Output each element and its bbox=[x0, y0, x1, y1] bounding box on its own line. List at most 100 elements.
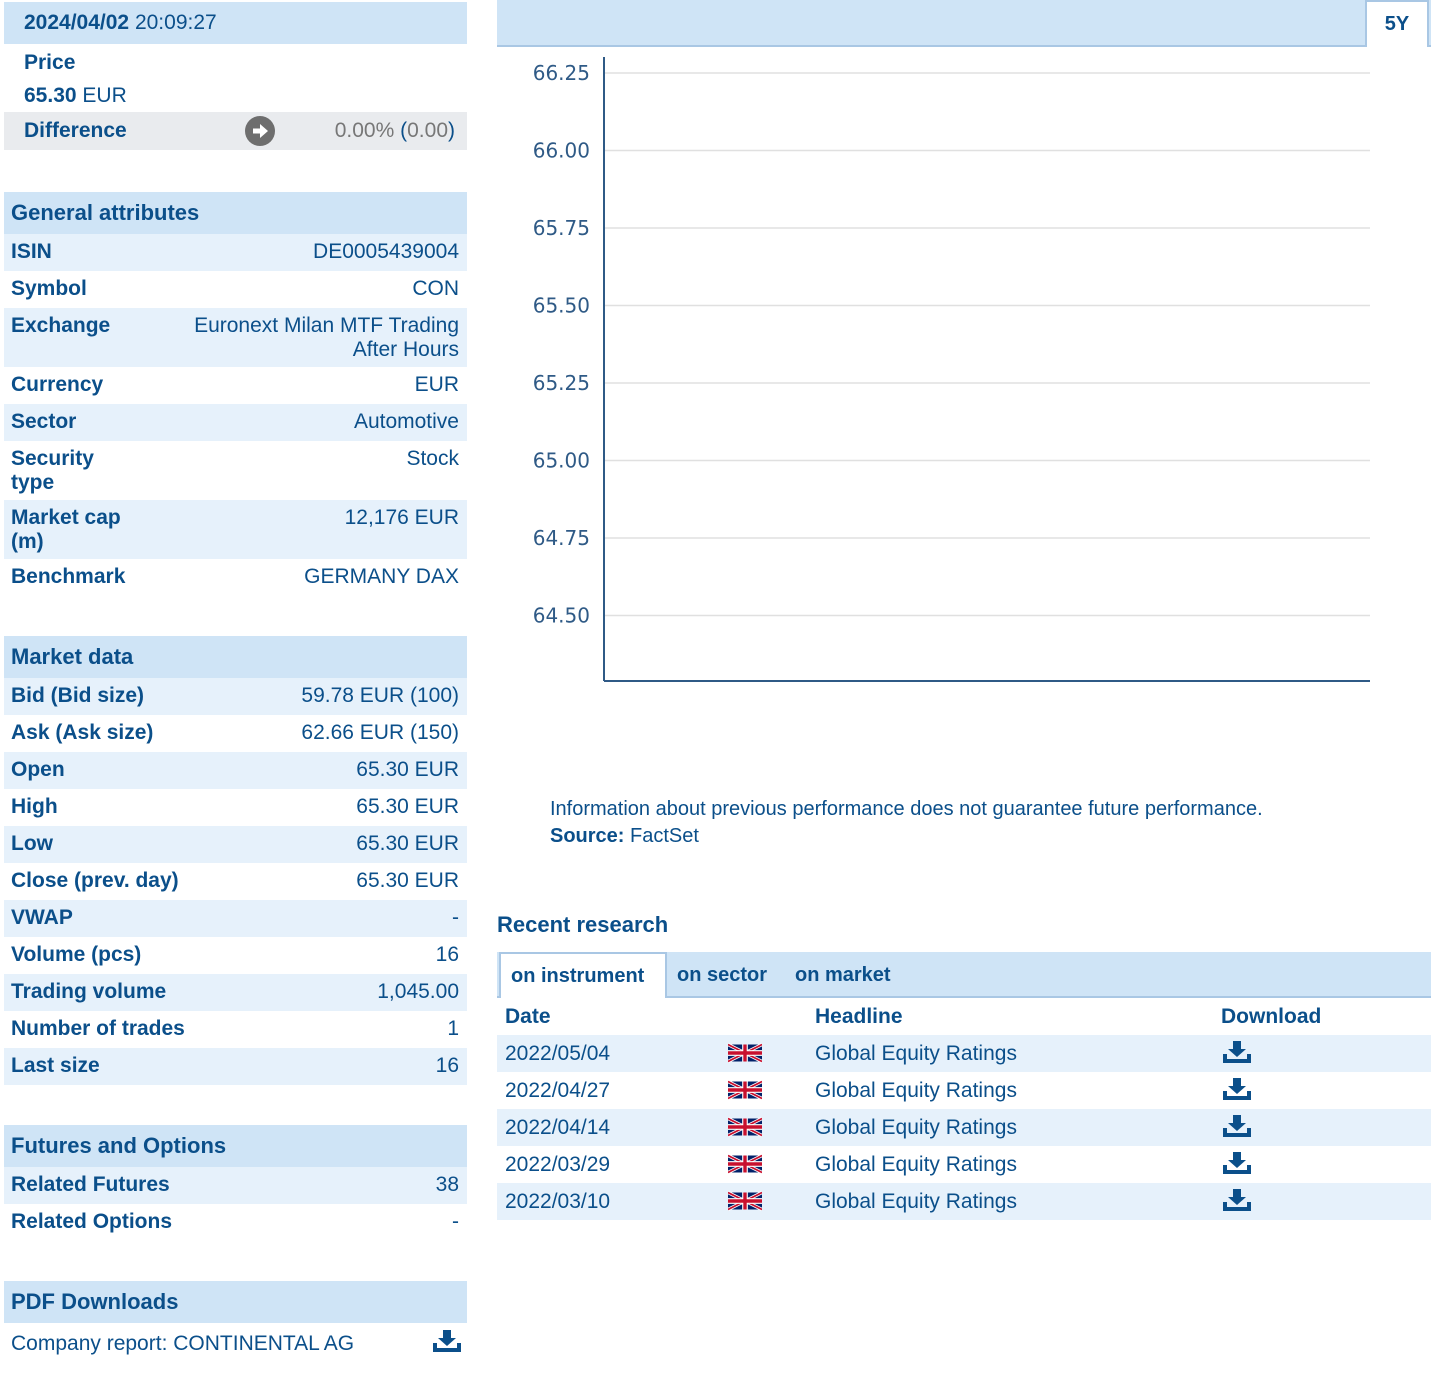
attribute-label: Sector bbox=[11, 410, 77, 433]
attribute-value: 16 bbox=[435, 943, 459, 966]
attribute-label: ISIN bbox=[11, 240, 52, 263]
header-date: Date bbox=[505, 1004, 551, 1028]
attribute-row: Market cap (m) 12,176 EUR bbox=[4, 500, 467, 559]
tab-on-instrument[interactable]: on instrument bbox=[499, 952, 667, 998]
attribute-row: Symbol CON bbox=[4, 271, 467, 308]
attribute-row: High 65.30 EUR bbox=[4, 789, 467, 826]
price-value: 65.30 bbox=[24, 83, 77, 107]
attribute-value: EUR bbox=[414, 373, 459, 396]
y-tick-label: 65.00 bbox=[533, 449, 590, 473]
attribute-row: Exchange Euronext Milan MTF Trading After… bbox=[4, 308, 467, 367]
section-title: General attributes bbox=[4, 192, 467, 234]
download-icon[interactable] bbox=[1221, 1077, 1253, 1107]
table-row: 2022/03/10 Global Equity Ratings bbox=[497, 1183, 1431, 1220]
tab-on-market[interactable]: on market bbox=[785, 952, 901, 998]
price-label: Price bbox=[24, 50, 76, 74]
general-attributes-list: ISIN DE0005439004 Symbol CON Exchange Euronex… bbox=[4, 234, 467, 596]
header-download: Download bbox=[1221, 1004, 1322, 1028]
y-tick-label: 66.00 bbox=[533, 139, 590, 163]
y-tick-label: 65.50 bbox=[533, 294, 590, 318]
attribute-value: Automotive bbox=[353, 410, 459, 433]
attribute-row: Low 65.30 EUR bbox=[4, 826, 467, 863]
futures-options-section: Futures and Options Related Futures 38 Rel… bbox=[4, 1125, 467, 1241]
general-attributes-section: General attributes ISIN DE0005439004 Symbo… bbox=[4, 192, 467, 596]
market-data-section: Market data Bid (Bid size) 59.78 EUR (100… bbox=[4, 636, 467, 1085]
left-panel: 2024/04/02 20:09:27 Price 65.30 EUR Diff… bbox=[4, 2, 467, 1364]
research-headline-link[interactable]: Global Equity Ratings bbox=[815, 1079, 1017, 1103]
attribute-row: Close (prev. day) 65.30 EUR bbox=[4, 863, 467, 900]
download-icon[interactable] bbox=[1221, 1188, 1253, 1218]
download-icon[interactable] bbox=[1221, 1040, 1253, 1070]
attribute-row: Benchmark GERMANY DAX bbox=[4, 559, 467, 596]
attribute-value: - bbox=[452, 906, 459, 929]
attribute-value: DE0005439004 bbox=[313, 240, 459, 263]
tab-on-sector[interactable]: on sector bbox=[667, 952, 777, 998]
table-row: 2022/04/27 Global Equity Ratings bbox=[497, 1072, 1431, 1109]
attribute-value: 59.78 EUR (100) bbox=[301, 684, 459, 707]
uk-flag-icon bbox=[727, 1153, 763, 1181]
attribute-label: Open bbox=[11, 758, 65, 781]
attribute-label: Exchange bbox=[11, 314, 111, 337]
attribute-value: CON bbox=[412, 277, 459, 300]
quote-time: 20:09:27 bbox=[134, 11, 217, 34]
attribute-row: VWAP - bbox=[4, 900, 467, 937]
quote-date: 2024/04/02 bbox=[24, 11, 130, 34]
attribute-label: Last size bbox=[11, 1054, 100, 1077]
research-date: 2022/05/04 bbox=[505, 1041, 611, 1065]
source-value: FactSet bbox=[630, 825, 699, 847]
attribute-label: Symbol bbox=[11, 277, 87, 300]
attribute-value: 65.30 EUR bbox=[356, 869, 459, 892]
research-date: 2022/03/29 bbox=[505, 1152, 611, 1176]
uk-flag-icon bbox=[727, 1190, 763, 1218]
attribute-row: Number of trades 1 bbox=[4, 1011, 467, 1048]
performance-disclaimer: Information about previous performance d… bbox=[550, 796, 1263, 850]
y-tick-label: 66.25 bbox=[533, 61, 590, 85]
attribute-value: 1,045.00 bbox=[377, 980, 459, 1003]
attribute-row: Bid (Bid size) 59.78 EUR (100) bbox=[4, 678, 467, 715]
attribute-label: Benchmark bbox=[11, 565, 126, 588]
research-headline-link[interactable]: Global Equity Ratings bbox=[815, 1042, 1017, 1066]
attribute-row: Sector Automotive bbox=[4, 404, 467, 441]
price-label-row: Price bbox=[4, 46, 467, 79]
pdf-downloads-section: PDF Downloads Company report: CONTINENTA… bbox=[4, 1281, 467, 1364]
research-tabs: on instrument on sector on market bbox=[497, 952, 1431, 998]
attribute-label: Currency bbox=[11, 373, 104, 396]
attribute-label: Related Options bbox=[11, 1210, 173, 1233]
pdf-item-label[interactable]: Company report: CONTINENTAL AG bbox=[11, 1332, 354, 1356]
price-currency: EUR bbox=[82, 83, 127, 107]
recent-research-title: Recent research bbox=[497, 912, 669, 937]
attribute-row: Ask (Ask size) 62.66 EUR (150) bbox=[4, 715, 467, 752]
tab-5y[interactable]: 5Y bbox=[1365, 0, 1429, 47]
difference-value: 0.00% (0.00) bbox=[334, 119, 455, 142]
source-label: Source: bbox=[550, 825, 625, 847]
attribute-label: Volume (pcs) bbox=[11, 943, 142, 966]
attribute-row: Related Options - bbox=[4, 1204, 467, 1241]
price-chart: 66.25 66.00 65.75 65.50 65.25 65.00 64.75 64.50 bbox=[533, 57, 1370, 682]
research-headline-link[interactable]: Global Equity Ratings bbox=[815, 1116, 1017, 1140]
attribute-label: Related Futures bbox=[11, 1173, 170, 1196]
difference-label: Difference bbox=[24, 119, 127, 142]
attribute-value: 65.30 EUR bbox=[356, 832, 459, 855]
research-headline-link[interactable]: Global Equity Ratings bbox=[815, 1190, 1017, 1214]
section-title: PDF Downloads bbox=[4, 1281, 467, 1323]
research-date: 2022/03/10 bbox=[505, 1189, 611, 1213]
research-date: 2022/04/27 bbox=[505, 1078, 611, 1102]
attribute-value: 65.30 EUR bbox=[356, 795, 459, 818]
attribute-label: High bbox=[11, 795, 58, 818]
download-icon[interactable] bbox=[431, 1329, 463, 1359]
difference-percent: 0.00% bbox=[334, 119, 395, 142]
uk-flag-icon bbox=[727, 1116, 763, 1144]
research-date: 2022/04/14 bbox=[505, 1115, 611, 1139]
download-icon[interactable] bbox=[1221, 1114, 1253, 1144]
futures-options-list: Related Futures 38 Related Options - bbox=[4, 1167, 467, 1241]
table-row: 2022/05/04 Global Equity Ratings bbox=[497, 1035, 1431, 1072]
attribute-label: VWAP bbox=[11, 906, 73, 929]
research-headline-link[interactable]: Global Equity Ratings bbox=[815, 1153, 1017, 1177]
section-title: Futures and Options bbox=[4, 1125, 467, 1167]
attribute-row: Trading volume 1,045.00 bbox=[4, 974, 467, 1011]
attribute-value: 12,176 EUR bbox=[344, 506, 459, 529]
attribute-value: Euronext Milan MTF Trading After Hours bbox=[194, 314, 459, 361]
pdf-item[interactable]: Company report: CONTINENTAL AG bbox=[4, 1323, 467, 1364]
download-icon[interactable] bbox=[1221, 1151, 1253, 1181]
attribute-row: Open 65.30 EUR bbox=[4, 752, 467, 789]
